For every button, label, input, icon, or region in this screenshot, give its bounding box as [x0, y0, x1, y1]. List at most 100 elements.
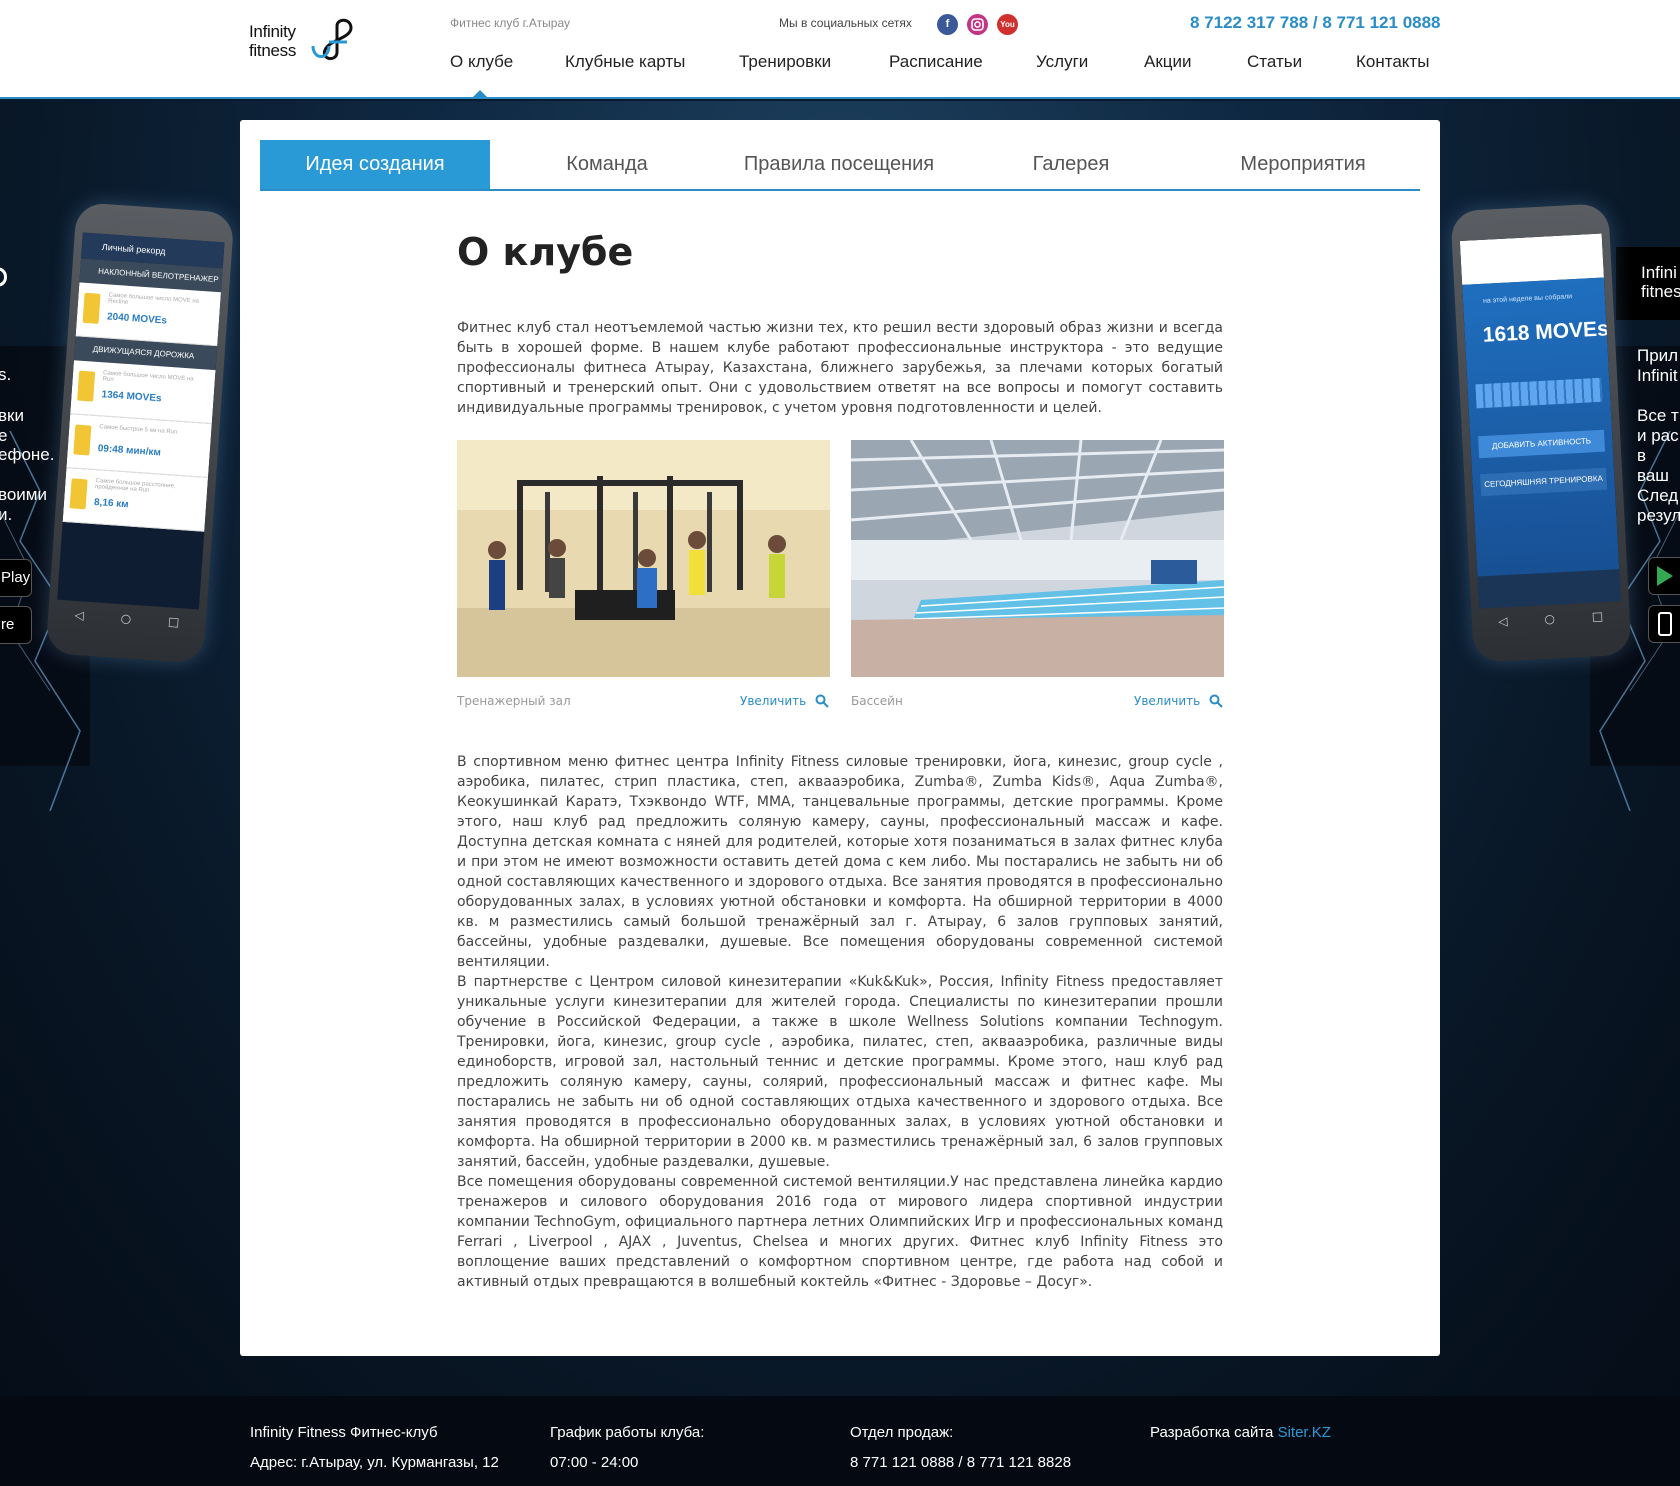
app-store-label: re — [1, 616, 15, 633]
right-phone-mockup: на этой неделе вы собрали 1618 MOVEs ДОБ… — [1450, 203, 1632, 663]
left-phone-screen: Личный рекорд НАКЛОННЫЙ ВЕЛОТРЕНАЖЕР Сам… — [57, 232, 225, 610]
dashboard-moves-value: 1618 MOVEs — [1482, 317, 1610, 347]
footer-dev-label: Разработка сайта — [1150, 1424, 1274, 1441]
today-training-button: СЕГОДНЯШНЯЯ ТРЕНИРОВКА — [1480, 467, 1608, 497]
medal-icon — [82, 292, 101, 324]
left-phone-record-row: Самое большое число MOVE на Run 1364 MOV… — [70, 360, 216, 424]
gym-image — [457, 440, 830, 677]
logo-wordmark: Infinity fitness — [249, 22, 296, 60]
nav-item-club-cards[interactable]: Клубные карты — [565, 52, 685, 72]
recents-icon: □ — [1591, 609, 1604, 624]
back-icon: ◁ — [1497, 614, 1508, 629]
gym-zoom-link[interactable]: Увеличить — [740, 694, 829, 708]
body-paragraph-4: Все помещения оборудованы современной си… — [457, 1174, 1223, 1290]
right-promo-line2: Infinit — [1637, 366, 1678, 385]
pool-zoom-label: Увеличить — [1134, 694, 1201, 708]
nav-item-schedule[interactable]: Расписание — [889, 52, 983, 72]
right-phone-navbar: ◁ ○ □ — [1479, 603, 1622, 634]
nav-item-about[interactable]: О клубе — [450, 52, 513, 72]
right-phone-header — [1459, 233, 1604, 285]
logo-mark-icon — [311, 18, 353, 60]
tab-events[interactable]: Мероприятия — [1188, 140, 1418, 189]
right-promo-line6: След — [1637, 486, 1679, 505]
home-icon: ○ — [120, 611, 132, 626]
left-promo-line3: е — [0, 426, 8, 445]
google-play-icon[interactable] — [1648, 557, 1680, 595]
left-promo-logo-icon — [0, 265, 14, 294]
nav-item-contacts[interactable]: Контакты — [1356, 52, 1429, 72]
app-store-badge[interactable]: re — [0, 606, 32, 644]
footer-developer: Разработка сайта Siter.KZ — [1150, 1418, 1331, 1448]
record-desc: Самое быстрое 5 км на Run — [99, 424, 178, 436]
body-paragraph-3: В партнерстве с Центром силовой кинезите… — [457, 974, 1223, 1170]
right-promo-line5: в ваш — [1637, 446, 1669, 485]
left-promo-line1: s. — [0, 365, 12, 384]
magnifier-icon — [1209, 694, 1223, 708]
right-brand-line2: fitnes — [1641, 282, 1680, 301]
app-tabbar — [1477, 569, 1621, 609]
left-promo-line6: и. — [0, 505, 13, 524]
right-promo-line7: резул — [1637, 506, 1680, 525]
back-icon: ◁ — [74, 607, 85, 623]
record-value: 8,16 км — [93, 496, 129, 511]
footer-sales: Отдел продаж: 8 771 121 0888 / 8 771 121… — [850, 1418, 1071, 1478]
pool-image — [851, 440, 1224, 677]
tab-visit-rules[interactable]: Правила посещения — [724, 140, 954, 189]
google-play-label: Play — [1, 569, 31, 586]
body-paragraph-2: В спортивном меню фитнес центра Infinity… — [457, 754, 1223, 970]
nav-item-services[interactable]: Услуги — [1036, 52, 1088, 72]
dashboard-caption: на этой неделе вы собрали — [1482, 293, 1573, 305]
left-phone-record-row: Самое быстрое 5 км на Run 09:48 мин/км — [66, 414, 212, 478]
gym-photo[interactable] — [457, 440, 830, 677]
pool-caption: Бассейн — [851, 694, 903, 708]
left-phone-record-row: Самое большое расстояние, пройденное на … — [62, 467, 209, 532]
medal-icon — [69, 478, 88, 510]
nav-item-articles[interactable]: Статьи — [1247, 52, 1302, 72]
right-promo-line4: и рас — [1637, 426, 1679, 445]
medal-icon — [73, 424, 92, 456]
record-value: 2040 MOVEs — [106, 311, 168, 327]
content-card: Идея создания Команда Правила посещения … — [240, 120, 1440, 1356]
left-promo-line4: ефоне. — [0, 445, 55, 464]
footer-address: Адрес: г.Атырау, ул. Курмангазы, 12 — [250, 1454, 499, 1471]
facebook-icon[interactable]: f — [937, 14, 958, 35]
nav-item-promotions[interactable]: Акции — [1144, 52, 1192, 72]
google-play-badge[interactable]: Play — [0, 559, 32, 597]
right-promo-line1: Прил — [1637, 346, 1679, 365]
left-promo-line2: вки — [0, 406, 24, 425]
footer-sales-phones[interactable]: 8 771 121 0888 / 8 771 121 8828 — [850, 1448, 1071, 1478]
add-activity-button: ДОБАВИТЬ АКТИВНОСТЬ — [1478, 429, 1606, 459]
footer-dev-link[interactable]: Siter.KZ — [1278, 1424, 1331, 1441]
nav-item-trainings[interactable]: Тренировки — [739, 52, 831, 72]
pool-photo[interactable] — [851, 440, 1224, 677]
main-nav: О клубе Клубные карты Тренировки Расписа… — [450, 52, 1450, 82]
medal-icon — [77, 370, 96, 402]
right-phone-screen: на этой неделе вы собрали 1618 MOVEs ДОБ… — [1459, 233, 1621, 609]
record-desc: Самое большое число MOVE на Recline — [107, 292, 200, 306]
record-value: 1364 MOVEs — [101, 389, 162, 405]
progress-grid — [1475, 377, 1603, 409]
left-phone-record-row: Самое большое число MOVE на Recline 2040… — [75, 282, 222, 347]
footer-sales-title: Отдел продаж: — [850, 1424, 954, 1441]
left-phone-mockup: Личный рекорд НАКЛОННЫЙ ВЕЛОТРЕНАЖЕР Сам… — [45, 202, 235, 664]
header-phones[interactable]: 8 7122 317 788 / 8 771 121 0888 — [1190, 13, 1441, 33]
instagram-icon[interactable] — [967, 14, 988, 35]
gym-caption: Тренажерный зал — [457, 694, 571, 708]
record-value: 09:48 мин/км — [97, 443, 162, 459]
logo[interactable]: Infinity fitness — [249, 16, 364, 68]
home-icon: ○ — [1544, 611, 1556, 627]
page-title: О клубе — [457, 230, 634, 274]
tab-gallery[interactable]: Галерея — [956, 140, 1186, 189]
tab-team[interactable]: Команда — [492, 140, 722, 189]
gym-zoom-label: Увеличить — [740, 694, 807, 708]
logo-line1: Infinity — [249, 22, 296, 41]
recents-icon: □ — [167, 614, 180, 630]
youtube-icon[interactable]: You — [997, 14, 1018, 35]
site-footer: Infinity Fitness Фитнес-клуб Адрес: г.Ат… — [0, 1396, 1680, 1486]
social-label: Мы в социальных сетях — [779, 16, 912, 30]
active-nav-indicator — [471, 90, 489, 99]
pool-zoom-link[interactable]: Увеличить — [1134, 694, 1223, 708]
app-store-icon[interactable] — [1648, 605, 1680, 643]
footer-club-info: Infinity Fitness Фитнес-клуб Адрес: г.Ат… — [250, 1418, 499, 1478]
tab-idea[interactable]: Идея создания — [260, 140, 490, 189]
